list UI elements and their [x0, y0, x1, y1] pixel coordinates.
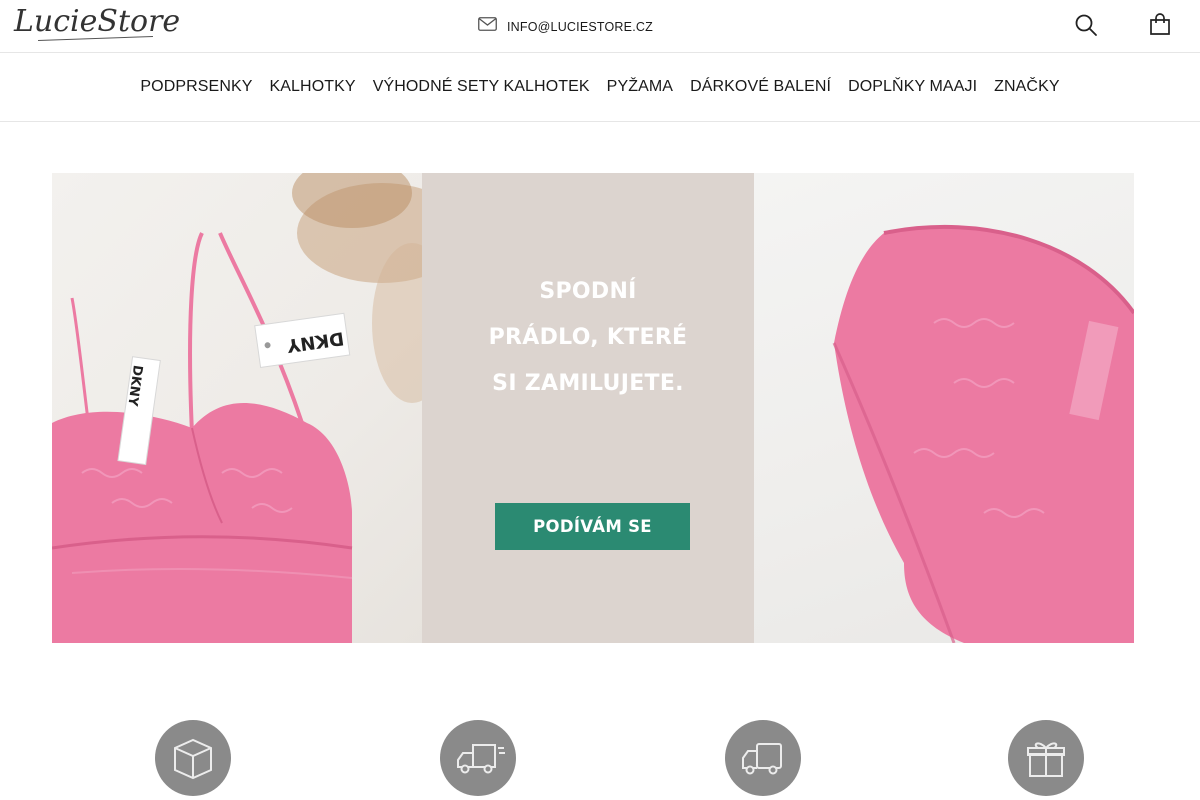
bralette-photo [52, 173, 422, 643]
gift-icon [1006, 718, 1086, 798]
features-row [0, 718, 1200, 800]
hero-banner[interactable]: DKNY DKNY SPODNÍ PRÁDLO, KTERÉ SI ZAMILU… [52, 173, 1134, 643]
feature-delivery [723, 718, 803, 798]
nav-link-pyzama[interactable]: PYŽAMA [598, 78, 681, 96]
cart-button[interactable] [1147, 12, 1173, 42]
hero-text-panel: SPODNÍ PRÁDLO, KTERÉ SI ZAMILUJETE. PODÍ… [422, 173, 754, 643]
nav-link-darkove-baleni[interactable]: DÁRKOVÉ BALENÍ [682, 78, 840, 96]
nav-link-znacky[interactable]: ZNAČKY [986, 78, 1069, 96]
search-button[interactable] [1073, 14, 1099, 40]
package-icon [153, 718, 233, 798]
briefs-photo [754, 173, 1134, 643]
feature-fast-delivery [438, 718, 518, 798]
contact-email-link[interactable]: INFO@LUCIESTORE.CZ [478, 17, 653, 36]
feature-gift [1006, 718, 1086, 798]
hero-headline-line-1: SPODNÍ [539, 279, 637, 304]
contact-email-text: INFO@LUCIESTORE.CZ [507, 19, 653, 34]
nav-list: PODPRSENKY KALHOTKY VÝHODNÉ SETY KALHOTE… [0, 53, 1200, 121]
mail-icon [478, 17, 497, 36]
nav-item: DOPLŇKY MAAJI [840, 78, 986, 96]
nav-item: ZNAČKY [986, 78, 1069, 96]
truck-icon [723, 718, 803, 798]
delivery-truck-icon [438, 718, 518, 798]
main-navigation: PODPRSENKY KALHOTKY VÝHODNÉ SETY KALHOTE… [0, 53, 1200, 122]
nav-item: PODPRSENKY [132, 78, 261, 96]
hero-headline-line-2: PRÁDLO, KTERÉ [488, 325, 688, 350]
search-icon [1074, 13, 1098, 42]
nav-item: DÁRKOVÉ BALENÍ [682, 78, 840, 96]
hero-headline-line-3: SI ZAMILUJETE. [492, 371, 684, 396]
nav-link-kalhotky[interactable]: KALHOTKY [261, 78, 364, 96]
feature-packaging [153, 718, 233, 798]
nav-link-podprsenky[interactable]: PODPRSENKY [132, 78, 261, 96]
nav-item: VÝHODNÉ SETY KALHOTEK [364, 78, 598, 96]
cart-icon [1148, 12, 1172, 42]
nav-item: KALHOTKY [261, 78, 364, 96]
nav-link-doplnky-maaji[interactable]: DOPLŇKY MAAJI [840, 78, 986, 96]
hero-cta-button[interactable]: PODÍVÁM SE [495, 503, 690, 550]
top-bar: LucieStore INFO@LUCIESTORE.CZ [0, 0, 1200, 53]
nav-item: PYŽAMA [598, 78, 681, 96]
nav-link-vyhodne-sety[interactable]: VÝHODNÉ SETY KALHOTEK [364, 78, 598, 96]
hero-headline: SPODNÍ PRÁDLO, KTERÉ SI ZAMILUJETE. [422, 269, 754, 407]
